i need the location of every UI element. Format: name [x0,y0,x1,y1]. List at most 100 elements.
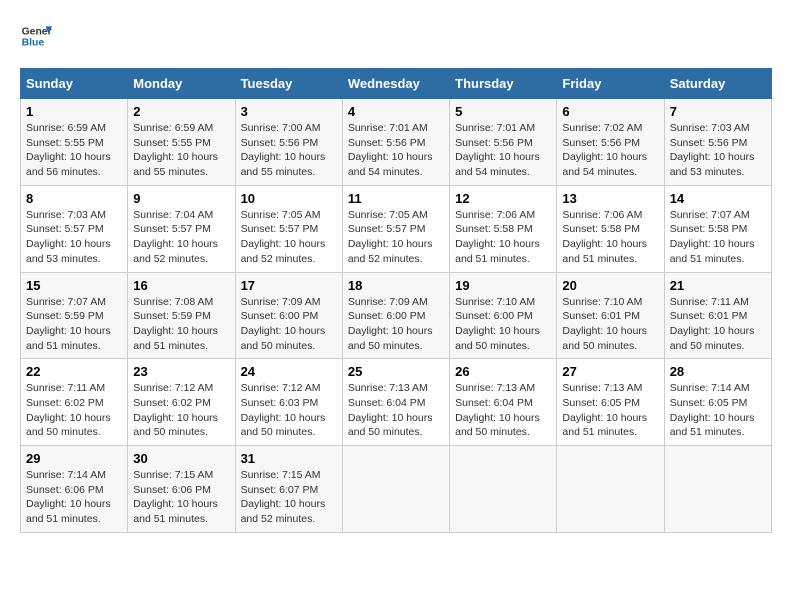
day-info: Sunrise: 7:14 AM Sunset: 6:06 PM Dayligh… [26,468,122,527]
sunrise-label: Sunrise: [241,122,282,134]
day-info: Sunrise: 7:11 AM Sunset: 6:01 PM Dayligh… [670,295,766,354]
calendar-cell: 20 Sunrise: 7:10 AM Sunset: 6:01 PM Dayl… [557,272,664,359]
sunset-label: Sunset: [241,397,280,409]
daylight-minutes: and 51 minutes. [133,340,208,352]
calendar-cell [664,446,771,533]
calendar-cell: 15 Sunrise: 7:07 AM Sunset: 5:59 PM Dayl… [21,272,128,359]
sunrise-label: Sunrise: [670,209,711,221]
day-number: 26 [455,364,551,379]
daylight-label: Daylight: 10 hours [455,151,540,163]
calendar-week-1: 1 Sunrise: 6:59 AM Sunset: 5:55 PM Dayli… [21,99,772,186]
sunrise-value: 7:04 AM [175,209,214,221]
daylight-label: Daylight: 10 hours [133,238,218,250]
sunset-value: 5:56 PM [386,137,425,149]
day-info: Sunrise: 7:12 AM Sunset: 6:03 PM Dayligh… [241,381,337,440]
calendar-cell: 1 Sunrise: 6:59 AM Sunset: 5:55 PM Dayli… [21,99,128,186]
day-info: Sunrise: 6:59 AM Sunset: 5:55 PM Dayligh… [133,121,229,180]
daylight-minutes: and 50 minutes. [133,426,208,438]
calendar-cell: 21 Sunrise: 7:11 AM Sunset: 6:01 PM Dayl… [664,272,771,359]
page-header: General Blue [20,20,772,52]
sunset-label: Sunset: [455,310,494,322]
daylight-label: Daylight: 10 hours [26,238,111,250]
calendar-week-2: 8 Sunrise: 7:03 AM Sunset: 5:57 PM Dayli… [21,185,772,272]
sunset-label: Sunset: [348,137,387,149]
day-number: 16 [133,278,229,293]
daylight-label: Daylight: 10 hours [562,412,647,424]
sunset-value: 5:56 PM [708,137,747,149]
calendar-cell: 28 Sunrise: 7:14 AM Sunset: 6:05 PM Dayl… [664,359,771,446]
sunrise-label: Sunrise: [670,382,711,394]
calendar-cell: 24 Sunrise: 7:12 AM Sunset: 6:03 PM Dayl… [235,359,342,446]
sunrise-label: Sunrise: [562,382,603,394]
daylight-label: Daylight: 10 hours [455,238,540,250]
sunset-value: 6:00 PM [494,310,533,322]
sunset-label: Sunset: [26,397,65,409]
sunset-label: Sunset: [133,223,172,235]
calendar-week-4: 22 Sunrise: 7:11 AM Sunset: 6:02 PM Dayl… [21,359,772,446]
sunrise-label: Sunrise: [670,296,711,308]
day-number: 15 [26,278,122,293]
logo: General Blue [20,20,52,52]
daylight-label: Daylight: 10 hours [241,498,326,510]
calendar-header-row: SundayMondayTuesdayWednesdayThursdayFrid… [21,69,772,99]
calendar-cell: 4 Sunrise: 7:01 AM Sunset: 5:56 PM Dayli… [342,99,449,186]
sunrise-label: Sunrise: [26,296,67,308]
sunrise-value: 7:15 AM [175,469,214,481]
sunset-label: Sunset: [133,137,172,149]
daylight-label: Daylight: 10 hours [562,238,647,250]
calendar-cell: 31 Sunrise: 7:15 AM Sunset: 6:07 PM Dayl… [235,446,342,533]
sunrise-label: Sunrise: [133,209,174,221]
daylight-label: Daylight: 10 hours [241,412,326,424]
daylight-label: Daylight: 10 hours [241,151,326,163]
calendar-table: SundayMondayTuesdayWednesdayThursdayFrid… [20,68,772,533]
sunset-value: 6:01 PM [708,310,747,322]
calendar-cell: 10 Sunrise: 7:05 AM Sunset: 5:57 PM Dayl… [235,185,342,272]
calendar-week-3: 15 Sunrise: 7:07 AM Sunset: 5:59 PM Dayl… [21,272,772,359]
daylight-label: Daylight: 10 hours [670,325,755,337]
calendar-cell: 14 Sunrise: 7:07 AM Sunset: 5:58 PM Dayl… [664,185,771,272]
sunrise-label: Sunrise: [348,296,389,308]
day-info: Sunrise: 7:11 AM Sunset: 6:02 PM Dayligh… [26,381,122,440]
calendar-cell: 22 Sunrise: 7:11 AM Sunset: 6:02 PM Dayl… [21,359,128,446]
sunset-value: 6:04 PM [386,397,425,409]
day-info: Sunrise: 7:07 AM Sunset: 5:58 PM Dayligh… [670,208,766,267]
day-number: 12 [455,191,551,206]
sunrise-value: 7:11 AM [67,382,105,394]
sunrise-label: Sunrise: [562,209,603,221]
day-number: 29 [26,451,122,466]
sunrise-value: 7:01 AM [389,122,428,134]
sunrise-value: 7:13 AM [389,382,428,394]
daylight-minutes: and 50 minutes. [241,340,316,352]
sunrise-value: 7:03 AM [67,209,106,221]
sunset-value: 6:05 PM [708,397,747,409]
sunset-label: Sunset: [670,223,709,235]
calendar-cell: 12 Sunrise: 7:06 AM Sunset: 5:58 PM Dayl… [450,185,557,272]
sunrise-value: 7:14 AM [67,469,106,481]
daylight-minutes: and 51 minutes. [670,253,745,265]
calendar-cell: 25 Sunrise: 7:13 AM Sunset: 6:04 PM Dayl… [342,359,449,446]
day-info: Sunrise: 7:12 AM Sunset: 6:02 PM Dayligh… [133,381,229,440]
sunrise-value: 7:08 AM [175,296,214,308]
sunrise-label: Sunrise: [241,382,282,394]
daylight-minutes: and 56 minutes. [26,166,101,178]
daylight-label: Daylight: 10 hours [26,325,111,337]
sunrise-value: 7:00 AM [282,122,321,134]
calendar-cell: 18 Sunrise: 7:09 AM Sunset: 6:00 PM Dayl… [342,272,449,359]
sunset-value: 5:57 PM [386,223,425,235]
sunrise-label: Sunrise: [348,122,389,134]
calendar-cell: 11 Sunrise: 7:05 AM Sunset: 5:57 PM Dayl… [342,185,449,272]
daylight-label: Daylight: 10 hours [133,325,218,337]
daylight-minutes: and 51 minutes. [670,426,745,438]
sunset-label: Sunset: [455,397,494,409]
day-number: 11 [348,191,444,206]
day-info: Sunrise: 7:15 AM Sunset: 6:07 PM Dayligh… [241,468,337,527]
sunrise-value: 7:12 AM [282,382,321,394]
day-info: Sunrise: 7:04 AM Sunset: 5:57 PM Dayligh… [133,208,229,267]
sunset-value: 5:58 PM [494,223,533,235]
sunset-label: Sunset: [670,397,709,409]
daylight-minutes: and 50 minutes. [455,426,530,438]
daylight-minutes: and 51 minutes. [26,513,101,525]
day-info: Sunrise: 7:09 AM Sunset: 6:00 PM Dayligh… [348,295,444,354]
svg-text:Blue: Blue [22,38,45,49]
day-number: 17 [241,278,337,293]
